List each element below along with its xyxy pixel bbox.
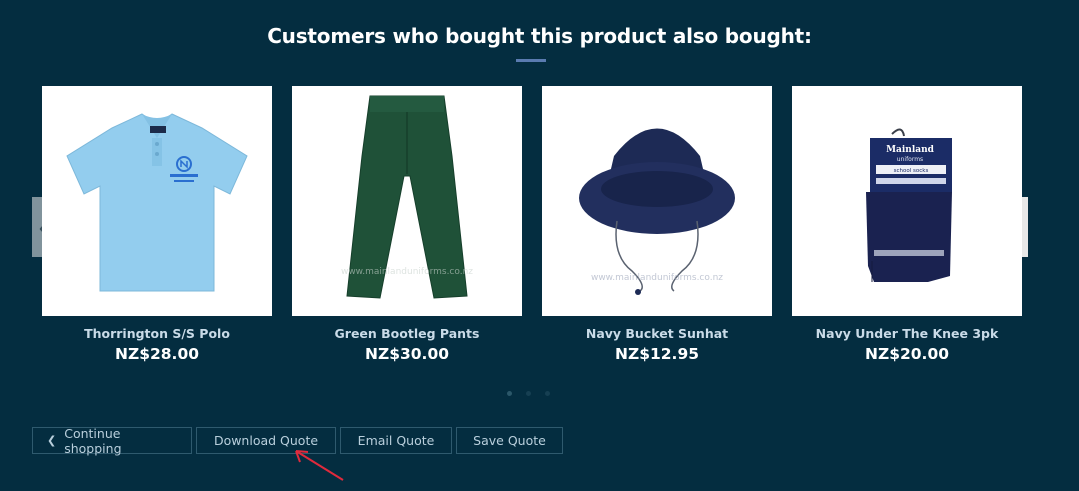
carousel-dot[interactable] [545,391,550,396]
socks-image: Mainland uniforms school socks [866,128,952,282]
product-price: NZ$28.00 [114,345,200,363]
save-quote-button[interactable]: Save Quote [456,427,563,454]
carousel-pagination [507,391,550,396]
product-card[interactable]: Mainland uniforms school socks Navy Unde… [792,86,1022,363]
chevron-left-icon: ❮ [47,434,57,447]
product-name[interactable]: Green Bootleg Pants [292,326,522,341]
product-name[interactable]: Thorrington S/S Polo [42,326,272,341]
product-image[interactable]: www.mainlanduniforms.co.nz [292,86,522,316]
brand-sub-text: uniforms [897,156,923,163]
product-name[interactable]: Navy Under The Knee 3pk [792,326,1022,341]
product-image[interactable]: www.mainlanduniforms.co.nz [542,86,772,316]
product-image[interactable] [42,86,272,316]
email-quote-button[interactable]: Email Quote [340,427,452,454]
product-price: NZ$12.95 [614,345,700,363]
product-price: NZ$30.00 [364,345,450,363]
bucket-hat-image: www.mainlanduniforms.co.nz [579,128,735,295]
heading-underline [516,59,546,62]
continue-shopping-label: Continue shopping [64,425,122,456]
carousel-dot[interactable] [526,391,531,396]
email-quote-label: Email Quote [357,433,435,448]
pants-image: www.mainlanduniforms.co.nz [341,95,473,299]
polo-shirt-image [66,113,248,292]
product-price: NZ$20.00 [864,345,950,363]
brand-text: Mainland [886,145,935,155]
product-card[interactable]: Thorrington S/S Polo NZ$28.00 [42,86,272,363]
annotation-arrow-icon [295,450,344,481]
continue-shopping-button[interactable]: ❮ Continue shopping [32,425,192,456]
product-card[interactable]: www.mainlanduniforms.co.nz Green Bootleg… [292,86,522,363]
product-name[interactable]: Navy Bucket Sunhat [542,326,772,341]
watermark-text: www.mainlanduniforms.co.nz [591,273,723,283]
product-image[interactable]: Mainland uniforms school socks [792,86,1022,316]
product-card[interactable]: www.mainlanduniforms.co.nz Navy Bucket S… [542,86,772,363]
watermark-text: www.mainlanduniforms.co.nz [341,267,473,277]
sock-label-text: school socks [894,168,929,174]
save-quote-label: Save Quote [473,433,546,448]
section-heading: Customers who bought this product also b… [267,24,812,48]
carousel-dot[interactable] [507,391,512,396]
